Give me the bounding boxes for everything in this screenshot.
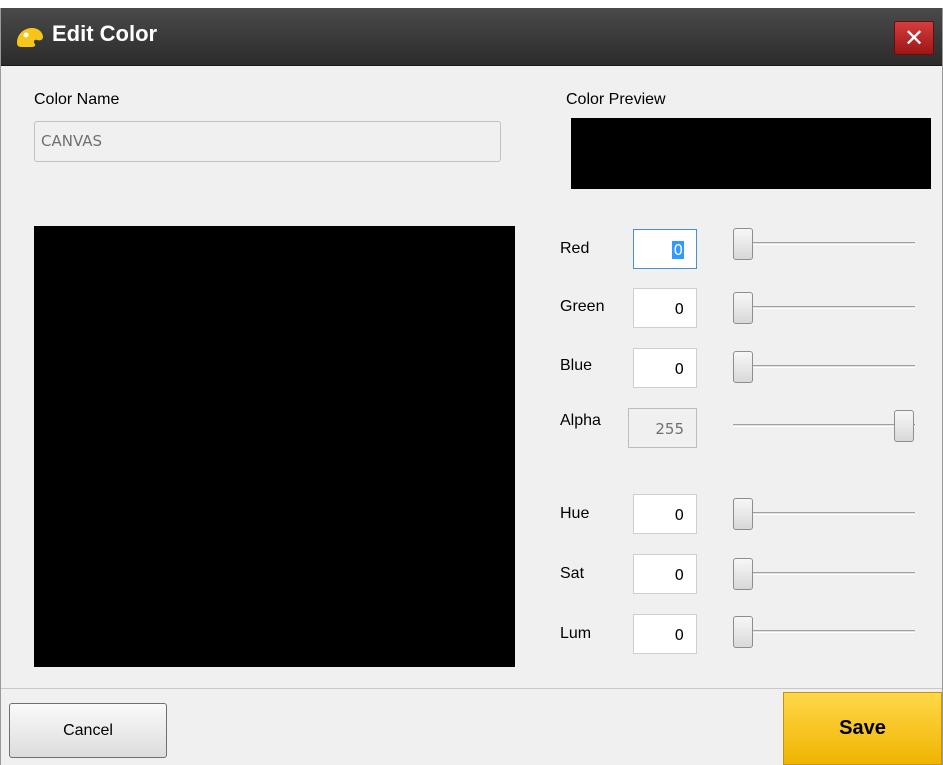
- cancel-button[interactable]: Cancel: [9, 703, 167, 758]
- red-label: Red: [560, 240, 590, 257]
- green-label: Green: [560, 298, 605, 315]
- blue-slider-thumb[interactable]: [733, 351, 753, 383]
- blue-slider[interactable]: [733, 351, 915, 383]
- title-bar[interactable]: Edit Color ✕: [1, 8, 942, 66]
- hue-slider[interactable]: [733, 498, 915, 530]
- alpha-slider: [733, 410, 915, 442]
- alpha-slider-thumb: [894, 410, 914, 442]
- red-value: 0: [672, 241, 684, 259]
- color-picker-canvas[interactable]: [34, 226, 515, 667]
- red-input[interactable]: 0: [633, 229, 697, 269]
- window-title: Edit Color: [52, 21, 158, 46]
- sat-slider-thumb[interactable]: [733, 558, 753, 590]
- close-button[interactable]: ✕: [894, 21, 934, 55]
- color-name-label: Color Name: [34, 91, 120, 108]
- color-preview-swatch: [571, 118, 931, 189]
- lum-label: Lum: [560, 625, 592, 642]
- sat-slider[interactable]: [733, 558, 915, 590]
- close-icon: ✕: [903, 24, 925, 52]
- alpha-input: 255: [628, 408, 697, 448]
- footer-divider: [1, 688, 942, 689]
- sat-input[interactable]: 0: [633, 554, 697, 594]
- blue-label: Blue: [560, 357, 593, 374]
- color-palette-icon: [17, 28, 43, 47]
- sat-label: Sat: [560, 565, 585, 582]
- hue-label: Hue: [560, 505, 590, 522]
- green-input[interactable]: 0: [633, 288, 697, 328]
- red-slider-thumb[interactable]: [733, 228, 753, 260]
- hue-slider-thumb[interactable]: [733, 498, 753, 530]
- lum-slider[interactable]: [733, 616, 915, 648]
- save-button[interactable]: Save: [783, 692, 942, 765]
- hue-input[interactable]: 0: [633, 494, 697, 534]
- edit-color-dialog: Edit Color ✕ Color Name CANVAS Color Pre…: [0, 8, 943, 765]
- green-slider-thumb[interactable]: [733, 292, 753, 324]
- lum-input[interactable]: 0: [633, 614, 697, 654]
- green-slider[interactable]: [733, 292, 915, 324]
- blue-input[interactable]: 0: [633, 348, 697, 388]
- color-name-field[interactable]: CANVAS: [34, 121, 501, 162]
- alpha-label: Alpha: [560, 412, 601, 429]
- color-preview-label: Color Preview: [566, 91, 666, 108]
- lum-slider-thumb[interactable]: [733, 616, 753, 648]
- red-slider[interactable]: [733, 228, 915, 260]
